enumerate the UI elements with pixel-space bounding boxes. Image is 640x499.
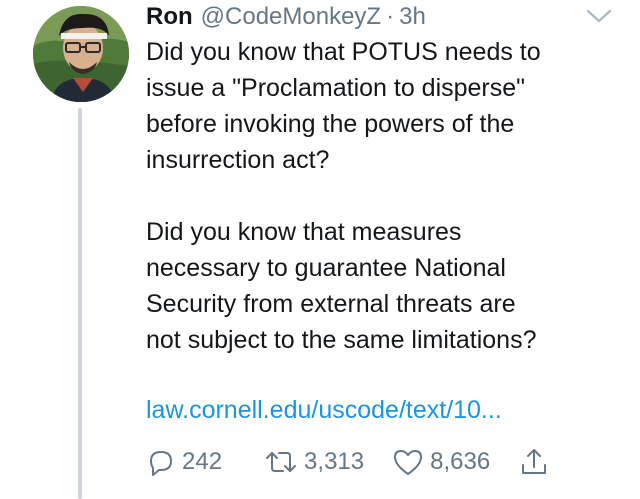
share-button[interactable] xyxy=(520,447,548,477)
timestamp[interactable]: 3h xyxy=(399,2,426,32)
avatar[interactable] xyxy=(33,6,129,102)
tweet-paragraph-1: Did you know that POTUS needs to issue a… xyxy=(146,38,541,174)
reply-button[interactable]: 242 xyxy=(146,447,222,477)
share-icon xyxy=(522,449,547,474)
reply-count: 242 xyxy=(182,448,223,475)
tweet-text: Did you know that POTUS needs to issue a… xyxy=(146,34,631,358)
retweet-count: 3,313 xyxy=(304,448,365,475)
heart-icon xyxy=(394,450,423,475)
reply-icon xyxy=(150,451,172,476)
chevron-down-icon[interactable] xyxy=(586,8,612,24)
author-handle[interactable]: @CodeMonkeyZ xyxy=(201,2,381,32)
retweet-button[interactable]: 3,313 xyxy=(264,447,364,477)
thread-line xyxy=(78,108,82,499)
tweet-paragraph-2: Did you know that measures necessary to … xyxy=(146,218,537,354)
like-button[interactable]: 8,636 xyxy=(392,447,490,477)
tweet-link[interactable]: law.cornell.edu/uscode/text/10... xyxy=(146,392,502,428)
tweet-header: Ron @CodeMonkeyZ · 3h xyxy=(146,2,426,32)
retweet-icon xyxy=(266,452,297,472)
author-name[interactable]: Ron xyxy=(146,2,193,32)
action-bar: 242 3,313 8,636 xyxy=(146,444,616,480)
like-count: 8,636 xyxy=(430,448,491,475)
tweet: Ron @CodeMonkeyZ · 3h Did you know that … xyxy=(0,0,640,499)
separator-dot: · xyxy=(386,3,395,30)
